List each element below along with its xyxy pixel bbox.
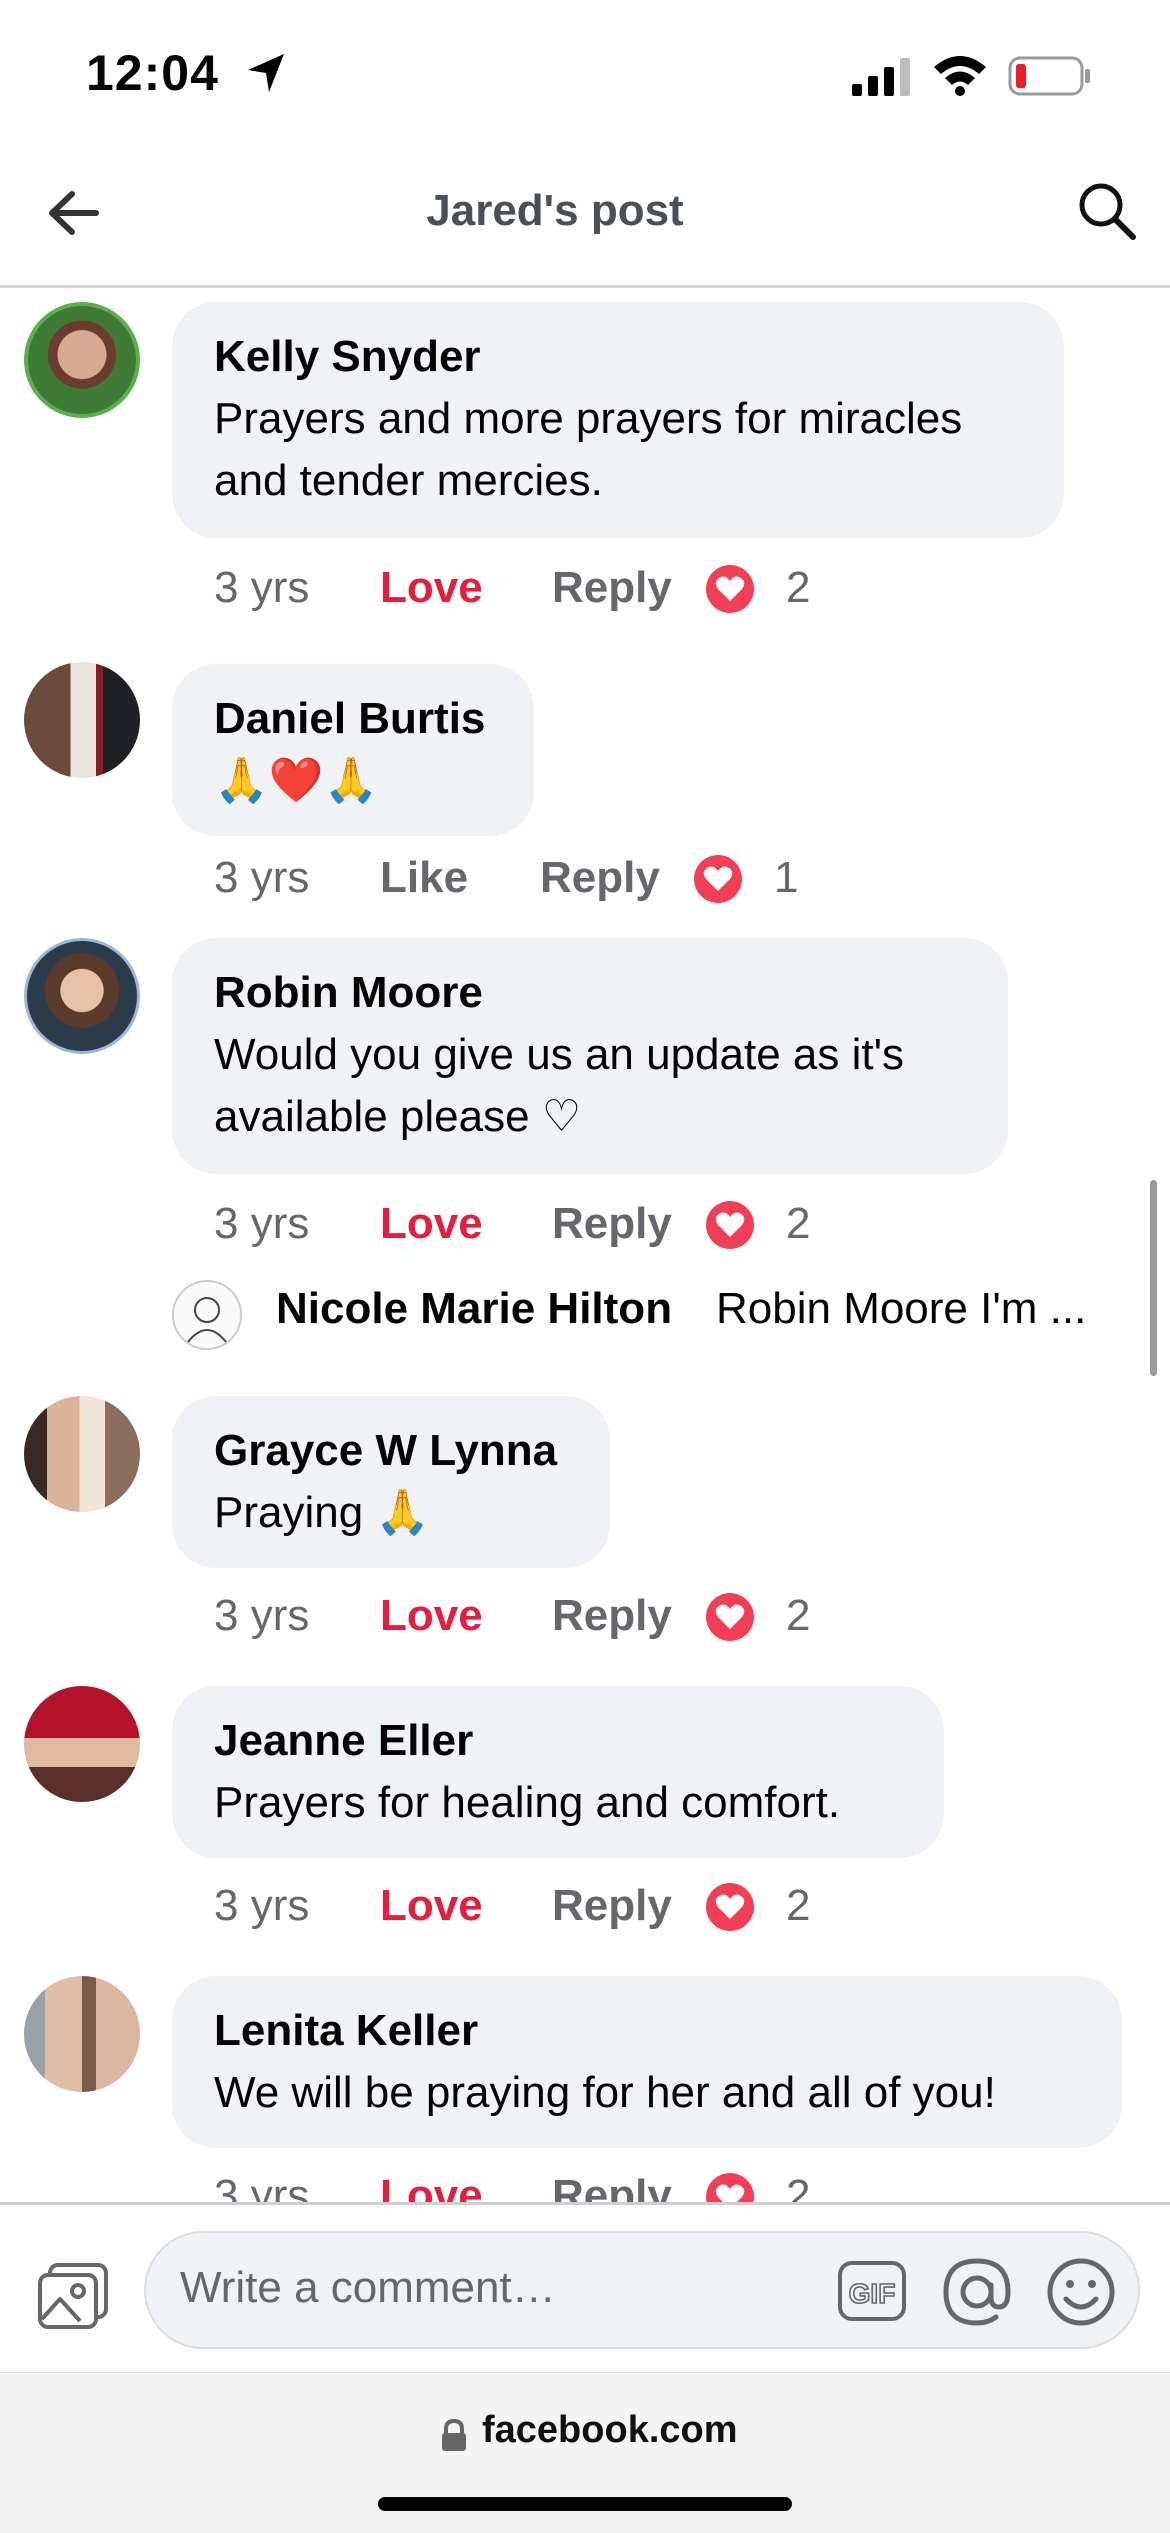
post-header: Jared's post	[0, 150, 1170, 288]
reply-text: Robin Moore I'm ...	[716, 1284, 1087, 1333]
comment-actions: 3 yrs Love Reply 2	[214, 2166, 914, 2202]
avatar[interactable]	[24, 662, 140, 778]
comment-input[interactable]: Write a comment… GIF	[144, 2231, 1140, 2349]
avatar[interactable]	[24, 1976, 140, 2092]
comment-actions: 3 yrs Love Reply 2	[214, 1876, 914, 1936]
reaction-count[interactable]: 2	[786, 1586, 810, 1646]
comment-bubble: Lenita Keller We will be praying for her…	[172, 1976, 1122, 2148]
location-arrow-icon	[248, 54, 284, 92]
comment-bubble: Robin Moore Would you give us an update …	[172, 938, 1008, 1174]
comment-bubble: Kelly Snyder Prayers and more prayers fo…	[172, 302, 1064, 538]
comment-time[interactable]: 3 yrs	[214, 1586, 309, 1646]
comment-time[interactable]: 3 yrs	[214, 2166, 309, 2202]
comment-actions: 3 yrs Love Reply 2	[214, 1194, 914, 1254]
love-button[interactable]: Love	[380, 1876, 483, 1936]
heart-reaction-icon[interactable]	[706, 1593, 754, 1641]
comment-author[interactable]: Kelly Snyder	[214, 330, 1022, 384]
avatar[interactable]	[24, 1686, 140, 1802]
love-button[interactable]: Love	[380, 1194, 483, 1254]
gif-icon[interactable]: GIF	[836, 2257, 908, 2325]
comment-input-placeholder[interactable]: Write a comment…	[180, 2263, 556, 2313]
reply-button[interactable]: Reply	[552, 2166, 672, 2202]
comment-time[interactable]: 3 yrs	[214, 1876, 309, 1936]
heart-reaction-icon[interactable]	[706, 2173, 754, 2202]
comment-text: Praying 🙏	[214, 1488, 431, 1537]
url-label[interactable]: facebook.com	[482, 2409, 738, 2452]
reply-button[interactable]: Reply	[540, 848, 660, 908]
comment-text: Would you give us an update as it's avai…	[214, 1030, 905, 1141]
comment-text: 🙏❤️🙏	[214, 756, 379, 805]
comment-author[interactable]: Lenita Keller	[214, 2004, 1080, 2058]
comment-time[interactable]: 3 yrs	[214, 1194, 309, 1254]
comment-bubble: Grayce W Lynna Praying 🙏	[172, 1396, 610, 1568]
signal-icon	[852, 58, 910, 96]
scrollbar[interactable]	[1150, 1180, 1157, 1376]
reaction-count[interactable]: 2	[786, 558, 810, 618]
reaction-count[interactable]: 1	[774, 848, 798, 908]
reply-author[interactable]: Nicole Marie Hilton	[276, 1284, 672, 1334]
comment-actions: 3 yrs Love Reply 2	[214, 1586, 914, 1646]
comment-text: We will be praying for her and all of yo…	[214, 2068, 996, 2117]
avatar[interactable]	[172, 1280, 242, 1350]
comment-author[interactable]: Robin Moore	[214, 966, 966, 1020]
wifi-icon	[934, 56, 986, 96]
photo-icon[interactable]	[36, 2261, 110, 2331]
reply-button[interactable]: Reply	[552, 1876, 672, 1936]
battery-icon	[1008, 56, 1090, 96]
search-icon[interactable]	[1076, 180, 1138, 242]
reply-button[interactable]: Reply	[552, 1194, 672, 1254]
avatar[interactable]	[24, 302, 140, 418]
like-button[interactable]: Like	[380, 848, 468, 908]
avatar[interactable]	[24, 1396, 140, 1512]
status-bar: 12:04	[0, 0, 1170, 150]
at-icon[interactable]	[942, 2257, 1012, 2327]
comment-text: Prayers and more prayers for miracles an…	[214, 394, 963, 505]
comment-author[interactable]: Grayce W Lynna	[214, 1424, 568, 1478]
emoji-icon[interactable]	[1046, 2257, 1116, 2327]
comment-composer: Write a comment… GIF	[0, 2202, 1170, 2375]
comment-bubble: Jeanne Eller Prayers for healing and com…	[172, 1686, 944, 1858]
comment-actions: 3 yrs Like Reply 1	[214, 848, 914, 908]
comment-feed[interactable]: Kelly Snyder Prayers and more prayers fo…	[0, 288, 1170, 2202]
comment-actions: 3 yrs Love Reply 2	[214, 558, 914, 618]
gif-label: GIF	[849, 2278, 896, 2309]
reply-button[interactable]: Reply	[552, 558, 672, 618]
reaction-count[interactable]: 2	[786, 2166, 810, 2202]
browser-bar: facebook.com	[0, 2372, 1170, 2533]
page-title: Jared's post	[426, 186, 684, 235]
love-button[interactable]: Love	[380, 2166, 483, 2202]
comment-time[interactable]: 3 yrs	[214, 848, 309, 908]
reaction-count[interactable]: 2	[786, 1876, 810, 1936]
reaction-count[interactable]: 2	[786, 1194, 810, 1254]
heart-reaction-icon[interactable]	[694, 855, 742, 903]
comment-time[interactable]: 3 yrs	[214, 558, 309, 618]
home-indicator[interactable]	[378, 2497, 792, 2511]
heart-reaction-icon[interactable]	[706, 1201, 754, 1249]
comment-author[interactable]: Jeanne Eller	[214, 1714, 902, 1768]
lock-icon	[442, 2419, 466, 2451]
love-button[interactable]: Love	[380, 1586, 483, 1646]
avatar[interactable]	[24, 938, 140, 1054]
status-time: 12:04	[86, 45, 219, 101]
heart-reaction-icon[interactable]	[706, 1883, 754, 1931]
reply-preview[interactable]: Nicole Marie Hilton Robin Moore I'm ...	[0, 1274, 1170, 1354]
heart-reaction-icon[interactable]	[706, 565, 754, 613]
comment-bubble: Daniel Burtis 🙏❤️🙏	[172, 664, 534, 836]
comment-text: Prayers for healing and comfort.	[214, 1778, 841, 1827]
reply-button[interactable]: Reply	[552, 1586, 672, 1646]
comment-author[interactable]: Daniel Burtis	[214, 692, 492, 746]
love-button[interactable]: Love	[380, 558, 483, 618]
